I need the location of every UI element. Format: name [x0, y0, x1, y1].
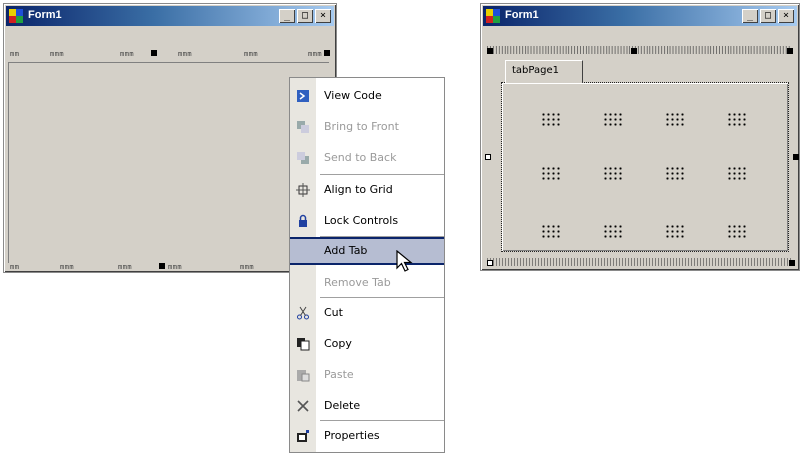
- menu-item-delete[interactable]: Delete: [290, 392, 444, 420]
- right-form-window: Form1 _ □ × tabPage1: [480, 3, 800, 271]
- form-client-area[interactable]: [8, 62, 329, 263]
- resize-grip[interactable]: [789, 260, 795, 266]
- paste-icon: [297, 370, 310, 382]
- grid-dots: [665, 166, 685, 182]
- menu-item-copy[interactable]: Copy: [290, 330, 444, 358]
- send-back-icon: [297, 152, 309, 164]
- menu-item-cut[interactable]: Cut: [290, 299, 444, 327]
- menu-separator: [320, 297, 444, 298]
- menu-item-remove-tab[interactable]: Remove Tab: [290, 269, 444, 297]
- grid-dots: [727, 224, 747, 240]
- menu-item-paste[interactable]: Paste: [290, 361, 444, 389]
- menu-item-label: Cut: [324, 306, 343, 319]
- menu-item-label: Properties: [324, 429, 380, 442]
- grid-dots: [541, 166, 561, 182]
- ruler-mark: mmm: [60, 263, 75, 271]
- grid-dots: [603, 224, 623, 240]
- align-grid-icon: [296, 183, 310, 197]
- minimize-button[interactable]: _: [279, 9, 295, 23]
- menu-item-label: Align to Grid: [324, 183, 393, 196]
- properties-icon: [297, 430, 309, 442]
- ruler-mark: mmm: [168, 263, 183, 271]
- menu-item-label: Delete: [324, 399, 361, 412]
- form-app-icon: [9, 9, 23, 23]
- menu-item-lock-controls[interactable]: Lock Controls: [290, 207, 444, 235]
- grid-dots: [541, 112, 561, 128]
- menu-item-add-tab[interactable]: Add Tab: [290, 237, 444, 265]
- copy-icon: [297, 338, 310, 351]
- menu-item-properties[interactable]: Properties: [290, 422, 444, 450]
- menu-item-label: Copy: [324, 337, 352, 350]
- maximize-button[interactable]: □: [297, 9, 313, 23]
- view-code-icon: [297, 90, 309, 102]
- menu-item-label: Remove Tab: [324, 276, 391, 289]
- top-handle-strip: mm mmm mmm mmm mmm mmm: [8, 48, 332, 60]
- menu-item-send-to-back[interactable]: Send to Back: [290, 144, 444, 172]
- menu-item-label: Add Tab: [324, 244, 368, 257]
- resize-grip[interactable]: [487, 260, 493, 266]
- menu-separator: [320, 420, 444, 421]
- resize-grip[interactable]: [485, 154, 491, 160]
- menu-item-label: Paste: [324, 368, 354, 381]
- bottom-handle-strip: [487, 258, 791, 266]
- left-window-title: Form1: [28, 9, 62, 21]
- ruler-mark: mm: [10, 263, 20, 271]
- menu-item-view-code[interactable]: View Code: [290, 82, 444, 110]
- resize-grip[interactable]: [159, 263, 165, 269]
- menu-item-label: Send to Back: [324, 151, 397, 164]
- menu-item-label: Lock Controls: [324, 214, 399, 227]
- ruler-mark: mmm: [178, 50, 193, 58]
- bring-front-icon: [297, 121, 309, 133]
- cut-icon: [297, 306, 309, 320]
- resize-grip[interactable]: [324, 50, 330, 56]
- grid-dots: [727, 166, 747, 182]
- resize-grip[interactable]: [793, 154, 799, 160]
- ruler-mark: mmm: [240, 263, 255, 271]
- delete-icon: [297, 400, 309, 412]
- grid-dots: [541, 224, 561, 240]
- designer-grid: [481, 4, 799, 270]
- left-window-titlebar[interactable]: Form1 _ □ ×: [6, 6, 334, 26]
- ruler-mark: mmm: [120, 50, 135, 58]
- grid-dots: [727, 112, 747, 128]
- ruler-mark: mmm: [118, 263, 133, 271]
- ruler-mark: mm: [10, 50, 20, 58]
- menu-item-align-to-grid[interactable]: Align to Grid: [290, 176, 444, 204]
- ruler-mark: mmm: [50, 50, 65, 58]
- grid-dots: [665, 224, 685, 240]
- close-button[interactable]: ×: [315, 9, 331, 23]
- ruler-mark: mmm: [308, 50, 323, 58]
- ruler-mark: mmm: [244, 50, 259, 58]
- context-menu: View Code Bring to Front Send to Back Al…: [289, 77, 445, 453]
- bottom-handle-strip: mm mmm mmm mmm mmm: [8, 261, 332, 273]
- menu-separator: [320, 174, 444, 175]
- grid-dots: [665, 112, 685, 128]
- grid-dots: [603, 112, 623, 128]
- grid-dots: [603, 166, 623, 182]
- menu-item-bring-to-front[interactable]: Bring to Front: [290, 113, 444, 141]
- resize-grip[interactable]: [151, 50, 157, 56]
- left-form-window: Form1 _ □ × mm mmm mmm mmm mmm mmm mm mm…: [3, 3, 337, 273]
- mouse-cursor-icon: [396, 250, 413, 272]
- menu-item-label: Bring to Front: [324, 120, 399, 133]
- lock-icon: [299, 214, 307, 227]
- menu-item-label: View Code: [324, 89, 382, 102]
